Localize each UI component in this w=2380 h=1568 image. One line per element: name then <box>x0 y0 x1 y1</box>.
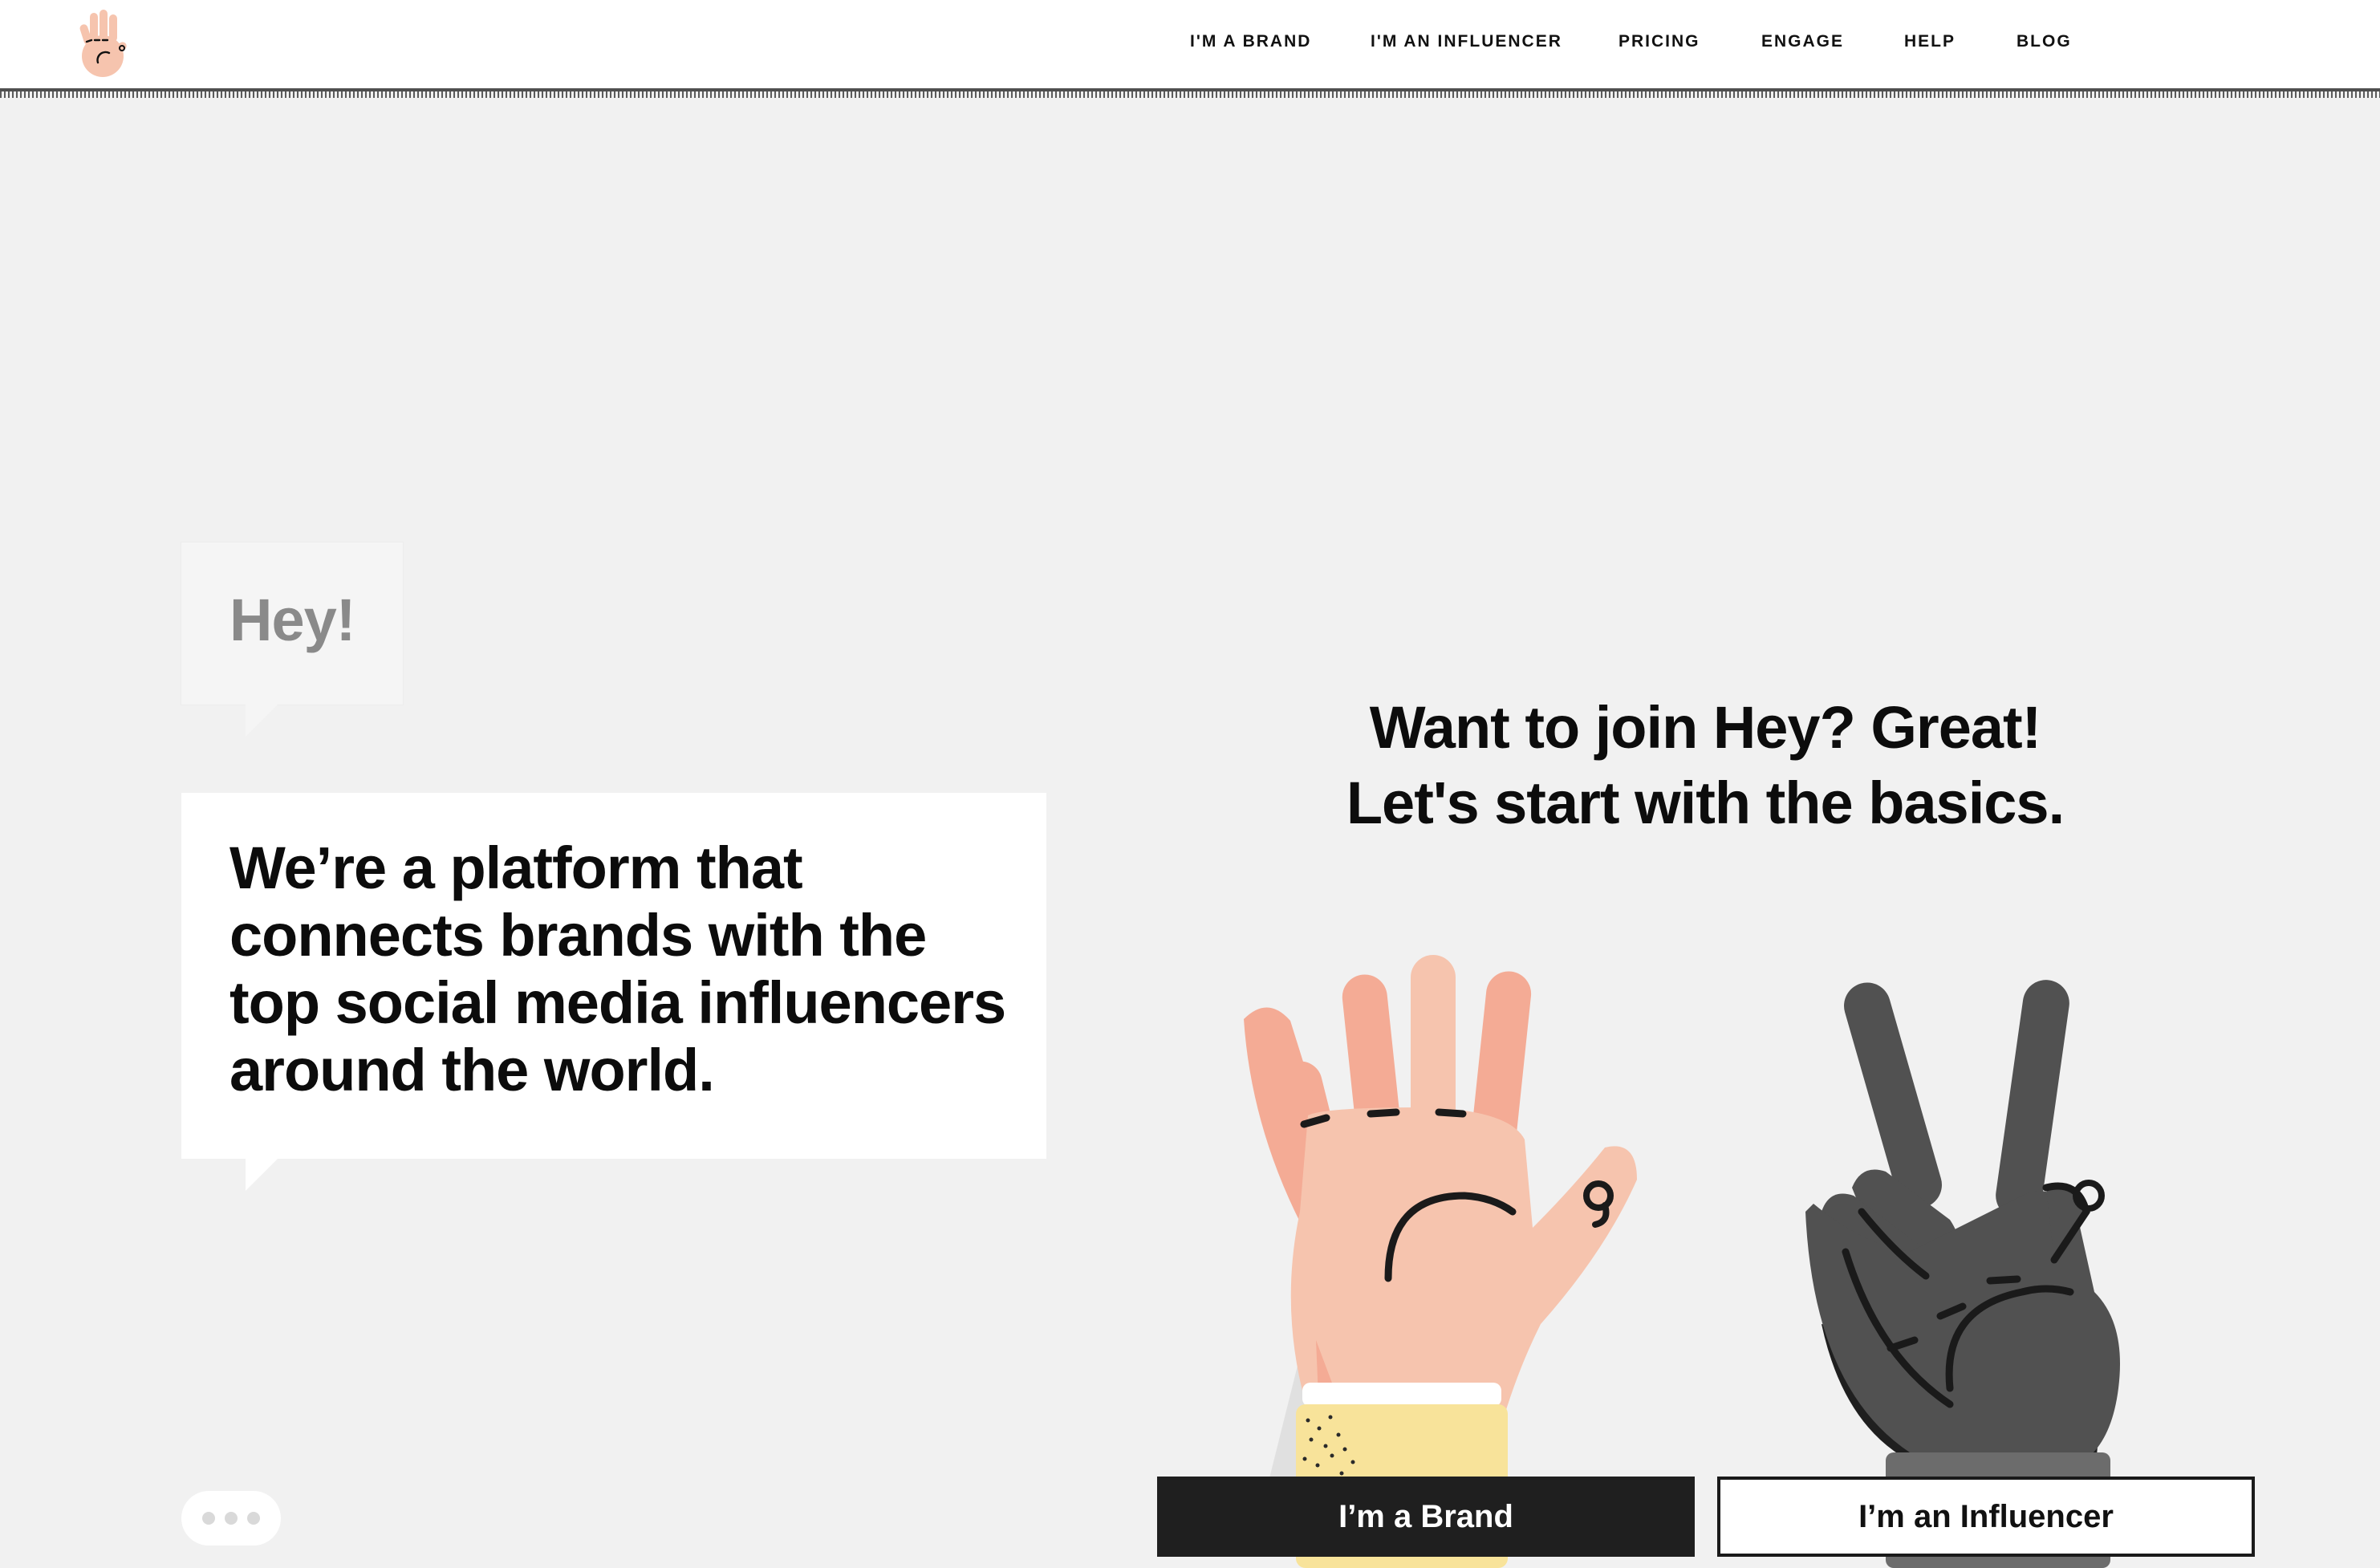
pitch-bubble-tail <box>246 1159 278 1191</box>
typing-indicator <box>181 1491 281 1546</box>
main-nav: I'M A BRAND I'M AN INFLUENCER PRICING EN… <box>0 0 2380 88</box>
nav-link-pricing[interactable]: PRICING <box>1618 32 1700 51</box>
brand-signup-button[interactable]: I’m a Brand <box>1157 1477 1695 1557</box>
nav-link-brand[interactable]: I'M A BRAND <box>1190 32 1311 51</box>
nav-link-engage[interactable]: ENGAGE <box>1761 32 1844 51</box>
greeting-bubble-tail <box>246 705 278 737</box>
typing-dot <box>225 1512 238 1525</box>
nav-link-influencer[interactable]: I'M AN INFLUENCER <box>1371 32 1562 51</box>
join-heading: Want to join Hey? Great! Let's start wit… <box>1252 690 2159 841</box>
nav-link-help[interactable]: HELP <box>1904 32 1956 51</box>
header-divider <box>0 88 2380 98</box>
nav-link-blog[interactable]: BLOG <box>2017 32 2072 51</box>
influencer-signup-button[interactable]: I’m an Influencer <box>1717 1477 2255 1557</box>
greeting-text: Hey! <box>229 587 355 653</box>
top-navigation-bar: I'M A BRAND I'M AN INFLUENCER PRICING EN… <box>0 0 2380 88</box>
typing-dot <box>202 1512 215 1525</box>
platform-description: We’re a platform that connects brands wi… <box>229 835 1006 1103</box>
typing-dot <box>247 1512 260 1525</box>
join-heading-line-2: Let's start with the basics. <box>1346 770 2065 836</box>
hands-illustration <box>1244 955 2120 1568</box>
join-heading-line-1: Want to join Hey? Great! <box>1369 694 2042 761</box>
